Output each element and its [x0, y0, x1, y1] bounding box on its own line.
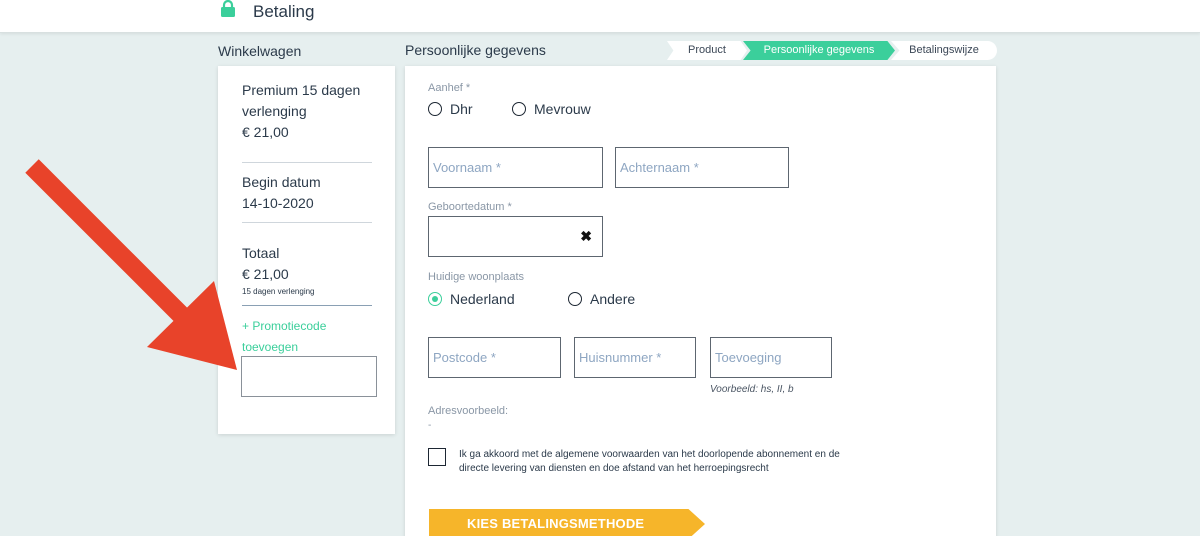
radio-label: Nederland	[450, 291, 515, 307]
terms-line2: directe levering van diensten en doe afs…	[459, 463, 769, 474]
divider	[242, 222, 372, 223]
terms-checkbox[interactable]	[428, 448, 446, 466]
total-value: € 21,00	[242, 266, 289, 282]
first-name-field[interactable]	[428, 147, 603, 188]
choose-payment-method-button[interactable]: KIES BETALINGSMETHODE	[429, 509, 705, 536]
total-note: 15 dagen verlenging	[242, 287, 315, 296]
addition-field[interactable]	[710, 337, 832, 378]
promo-link-line2: toevoegen	[242, 340, 299, 354]
radio-circle	[512, 102, 526, 116]
address-example-label: Adresvoorbeeld:	[428, 405, 509, 417]
start-date-label: Begin datum	[242, 174, 321, 190]
step-product[interactable]: Product	[667, 41, 747, 60]
product-price: € 21,00	[242, 124, 289, 140]
divider	[242, 162, 372, 163]
birthdate-input[interactable]	[429, 217, 602, 256]
postcode-field[interactable]	[428, 337, 561, 378]
promo-link-line1: + Promotiecode	[242, 319, 327, 333]
add-promo-code-link[interactable]: + Promotiecode toevoegen	[242, 316, 352, 358]
start-date-value: 14-10-2020	[242, 195, 314, 211]
product-name-line1: Premium 15 dagen	[242, 82, 361, 98]
cart-panel: Premium 15 dagen verlenging € 21,00 Begi…	[218, 66, 395, 434]
step-payment-method[interactable]: Betalingswijze	[891, 41, 997, 60]
addition-input[interactable]	[711, 338, 831, 377]
radio-label: Dhr	[450, 101, 473, 117]
last-name-input[interactable]	[616, 148, 788, 187]
residence-label: Huidige woonplaats	[428, 271, 525, 283]
total-label: Totaal	[242, 245, 280, 261]
page-title: Betaling	[253, 2, 315, 21]
radio-nederland[interactable]: Nederland	[428, 291, 515, 307]
radio-dhr[interactable]: Dhr	[428, 101, 473, 117]
radio-mevrouw[interactable]: Mevrouw	[512, 101, 591, 117]
terms-text: Ik ga akkoord met de algemene voorwaarde…	[459, 448, 899, 476]
salutation-label: Aanhef *	[428, 82, 471, 94]
terms-line1: Ik ga akkoord met de algemene voorwaarde…	[459, 449, 840, 460]
house-number-field[interactable]	[574, 337, 696, 378]
birthdate-field[interactable]: ✖	[428, 216, 603, 257]
divider	[242, 305, 372, 306]
postcode-input[interactable]	[429, 338, 560, 377]
product-name-line2: verlenging	[242, 103, 307, 119]
top-bar: Betaling	[0, 0, 1200, 33]
first-name-input[interactable]	[429, 148, 602, 187]
lock-icon	[221, 0, 235, 17]
birthdate-label: Geboortedatum *	[428, 201, 512, 213]
radio-circle	[428, 102, 442, 116]
close-icon[interactable]: ✖	[580, 228, 592, 245]
house-number-input[interactable]	[575, 338, 695, 377]
personal-details-form: Aanhef * Dhr Mevrouw Geboortedatum * ✖ H…	[405, 66, 996, 536]
radio-circle-selected	[428, 292, 442, 306]
step-personal-details[interactable]: Persoonlijke gegevens	[743, 41, 895, 60]
address-example-value: -	[428, 420, 432, 431]
radio-circle	[568, 292, 582, 306]
checkout-steps: Product Persoonlijke gegevens Betalingsw…	[667, 41, 997, 60]
addition-hint: Voorbeeld: hs, II, b	[710, 384, 794, 395]
cart-heading: Winkelwagen	[218, 43, 302, 59]
radio-andere[interactable]: Andere	[568, 291, 635, 307]
radio-label: Andere	[590, 291, 636, 307]
promo-code-input[interactable]	[241, 356, 377, 397]
last-name-field[interactable]	[615, 147, 789, 188]
radio-label: Mevrouw	[534, 101, 591, 117]
form-heading: Persoonlijke gegevens	[405, 42, 546, 58]
